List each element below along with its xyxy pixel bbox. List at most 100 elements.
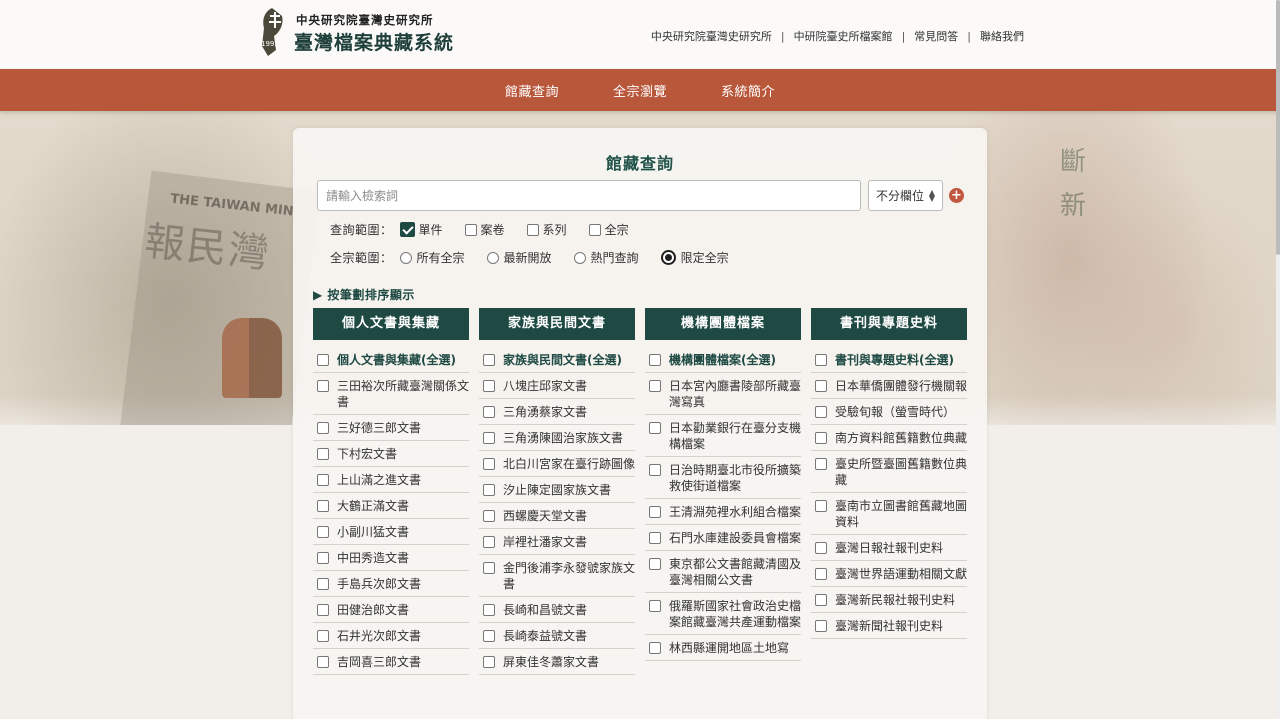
checkbox-icon[interactable] xyxy=(317,604,329,616)
checkbox-icon[interactable] xyxy=(483,380,495,392)
checkbox-icon[interactable] xyxy=(317,526,329,538)
checkbox-icon[interactable] xyxy=(649,354,661,366)
radio-icon[interactable] xyxy=(399,251,412,264)
checkbox-icon[interactable] xyxy=(317,474,329,486)
checkbox-icon[interactable] xyxy=(815,354,827,366)
fonds-item[interactable]: 林西縣運開地區土地寫 xyxy=(645,635,801,661)
checkbox-icon[interactable] xyxy=(649,642,661,654)
fonds-select-all[interactable]: 機構團體檔案(全選) xyxy=(645,347,801,373)
checkbox-icon[interactable] xyxy=(317,422,329,434)
scope-option-item[interactable]: 單件 xyxy=(399,221,443,238)
fonds-item[interactable]: 王清淵苑裡水利組合檔案 xyxy=(645,499,801,525)
checkbox-icon[interactable] xyxy=(649,600,661,612)
fonds-item[interactable]: 石井光次郎文書 xyxy=(313,623,469,649)
fonds-item[interactable]: 長崎和昌號文書 xyxy=(479,597,635,623)
checkbox-icon[interactable] xyxy=(317,354,329,366)
fonds-item[interactable]: 中田秀造文書 xyxy=(313,545,469,571)
scope-option-series[interactable]: 系列 xyxy=(526,221,567,238)
fonds-item[interactable]: 上山滿之進文書 xyxy=(313,467,469,493)
checkbox-icon[interactable] xyxy=(649,506,661,518)
checkbox-icon[interactable] xyxy=(317,552,329,564)
fonds-item[interactable]: 小副川猛文書 xyxy=(313,519,469,545)
checkbox-icon[interactable] xyxy=(815,432,827,444)
fonds-item[interactable]: 岸裡社潘家文書 xyxy=(479,529,635,555)
checkbox-icon[interactable] xyxy=(483,432,495,444)
radio-icon[interactable] xyxy=(573,251,586,264)
fonds-item[interactable]: 臺南市立圖書館舊藏地圖資料 xyxy=(811,493,967,535)
link-faq[interactable]: 常見問答 xyxy=(914,28,958,44)
fonds-item[interactable]: 長崎泰益號文書 xyxy=(479,623,635,649)
fonds-item[interactable]: 臺灣世界語運動相關文獻 xyxy=(811,561,967,587)
checkbox-icon[interactable] xyxy=(526,223,539,236)
checkbox-icon[interactable] xyxy=(815,620,827,632)
link-ith[interactable]: 中央研究院臺灣史研究所 xyxy=(651,28,772,44)
fonds-item[interactable]: 屏東佳冬蕭家文書 xyxy=(479,649,635,675)
checkbox-icon[interactable] xyxy=(815,568,827,580)
fonds-item[interactable]: 日治時期臺北市役所擴築救使街道檔案 xyxy=(645,457,801,499)
scope-option-file[interactable]: 案卷 xyxy=(464,221,505,238)
checkbox-icon[interactable] xyxy=(815,594,827,606)
link-archives[interactable]: 中研院臺史所檔案館 xyxy=(794,28,893,44)
page-scrollbar[interactable] xyxy=(1276,0,1280,719)
field-select[interactable]: 不分欄位 ▲ ▼ xyxy=(868,180,943,211)
checkbox-icon[interactable] xyxy=(317,630,329,642)
checkbox-icon[interactable] xyxy=(317,500,329,512)
checkbox-icon[interactable] xyxy=(483,630,495,642)
link-contact[interactable]: 聯絡我們 xyxy=(980,28,1024,44)
sort-by-stroke-toggle[interactable]: ▶ 按筆劃排序顯示 xyxy=(313,286,415,303)
checkbox-icon[interactable] xyxy=(815,542,827,554)
fonds-item[interactable]: 臺灣新聞社報刊史料 xyxy=(811,613,967,639)
radio-selected-icon[interactable] xyxy=(660,250,676,265)
site-logo[interactable]: 1993 中央研究院臺灣史研究所 臺灣檔案典藏系統 xyxy=(260,6,460,58)
fonds-item[interactable]: 臺灣新民報社報刊史料 xyxy=(811,587,967,613)
radio-icon[interactable] xyxy=(486,251,499,264)
fonds-item[interactable]: 日本勸業銀行在臺分支機構檔案 xyxy=(645,415,801,457)
checkbox-icon[interactable] xyxy=(483,406,495,418)
checkbox-icon[interactable] xyxy=(815,458,827,470)
fonds-item[interactable]: 臺史所暨臺圖舊籍數位典藏 xyxy=(811,451,967,493)
nav-fonds-browse[interactable]: 全宗瀏覽 xyxy=(613,81,667,100)
checkbox-icon[interactable] xyxy=(317,448,329,460)
checkbox-icon[interactable] xyxy=(483,604,495,616)
nav-collection-search[interactable]: 館藏查詢 xyxy=(505,81,559,100)
checkbox-icon[interactable] xyxy=(483,510,495,522)
checkbox-checked-icon[interactable] xyxy=(399,222,415,237)
fonds-item[interactable]: 三田裕次所藏臺灣關係文書 xyxy=(313,373,469,415)
fonds-item[interactable]: 日本宮內廳書陵部所藏臺灣寫真 xyxy=(645,373,801,415)
checkbox-icon[interactable] xyxy=(483,484,495,496)
scrollbar-thumb[interactable] xyxy=(1276,0,1280,255)
fonds-item[interactable]: 金門後浦李永發號家族文書 xyxy=(479,555,635,597)
checkbox-icon[interactable] xyxy=(815,406,827,418)
fonds-item[interactable]: 三好德三郎文書 xyxy=(313,415,469,441)
fonds-option-popular[interactable]: 熱門查詢 xyxy=(573,249,639,266)
fonds-item[interactable]: 西螺慶天堂文書 xyxy=(479,503,635,529)
fonds-select-all[interactable]: 書刊與專題史料(全選) xyxy=(811,347,967,373)
checkbox-icon[interactable] xyxy=(649,532,661,544)
nav-system-intro[interactable]: 系統簡介 xyxy=(721,81,775,100)
fonds-option-all[interactable]: 所有全宗 xyxy=(399,249,465,266)
checkbox-icon[interactable] xyxy=(464,223,477,236)
fonds-item[interactable]: 南方資料館舊籍數位典藏 xyxy=(811,425,967,451)
checkbox-icon[interactable] xyxy=(317,380,329,392)
fonds-item[interactable]: 田健治郎文書 xyxy=(313,597,469,623)
checkbox-icon[interactable] xyxy=(649,380,661,392)
add-condition-button[interactable]: + xyxy=(949,188,964,203)
checkbox-icon[interactable] xyxy=(815,380,827,392)
checkbox-icon[interactable] xyxy=(317,578,329,590)
scope-option-fonds[interactable]: 全宗 xyxy=(588,221,629,238)
fonds-item[interactable]: 吉岡喜三郎文書 xyxy=(313,649,469,675)
fonds-select-all[interactable]: 家族與民間文書(全選) xyxy=(479,347,635,373)
search-input[interactable] xyxy=(317,180,861,211)
checkbox-icon[interactable] xyxy=(483,656,495,668)
fonds-item[interactable]: 俄羅斯國家社會政治史檔案館藏臺灣共產運動檔案 xyxy=(645,593,801,635)
fonds-item[interactable]: 東京都公文書館藏清國及臺灣相關公文書 xyxy=(645,551,801,593)
fonds-item[interactable]: 受驗旬報（螢雪時代） xyxy=(811,399,967,425)
fonds-item[interactable]: 石門水庫建設委員會檔案 xyxy=(645,525,801,551)
checkbox-icon[interactable] xyxy=(815,500,827,512)
fonds-item[interactable]: 手島兵次郎文書 xyxy=(313,571,469,597)
checkbox-icon[interactable] xyxy=(483,562,495,574)
checkbox-icon[interactable] xyxy=(483,458,495,470)
checkbox-icon[interactable] xyxy=(483,354,495,366)
fonds-item[interactable]: 八塊庄邱家文書 xyxy=(479,373,635,399)
checkbox-icon[interactable] xyxy=(317,656,329,668)
